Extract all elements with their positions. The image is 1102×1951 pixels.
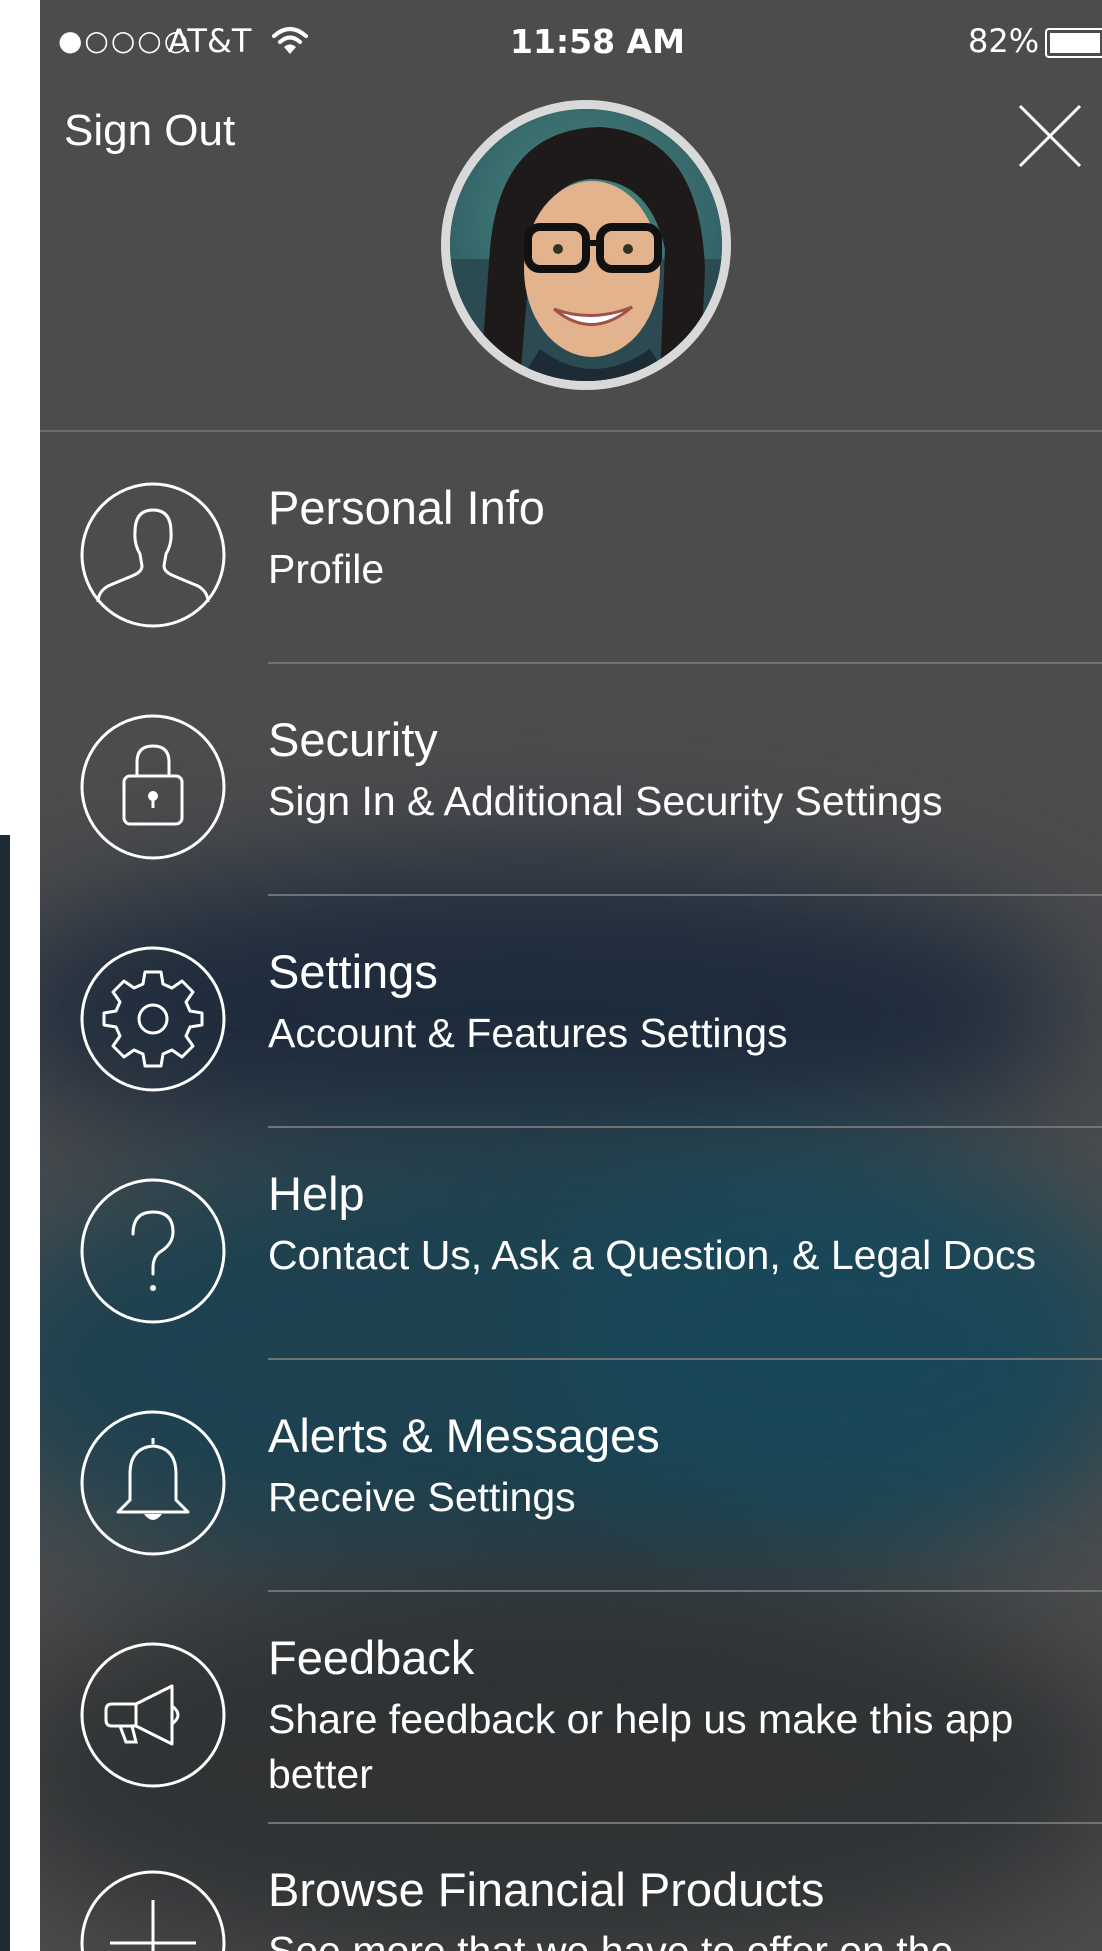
menu-item-title: Personal Info — [268, 481, 545, 534]
plus-icon — [80, 1870, 226, 1951]
menu-item-subtitle: Account & Features Settings — [268, 1010, 788, 1056]
account-menu-panel: ●○○○○ AT&T 11:58 AM 82% Sign Out Persona… — [40, 0, 1102, 1951]
wifi-icon — [272, 26, 308, 64]
battery-icon — [1045, 28, 1102, 58]
menu-item-settings[interactable]: Settings Account & Features Settings — [40, 896, 1102, 1128]
background-page-strip — [0, 0, 40, 1951]
menu-item-help[interactable]: Help Contact Us, Ask a Question, & Legal… — [40, 1128, 1102, 1360]
lock-icon — [80, 714, 226, 860]
menu-item-title: Security — [268, 713, 438, 766]
menu-item-title: Alerts & Messages — [268, 1409, 660, 1462]
menu-item-title: Help — [268, 1167, 365, 1220]
menu-item-alerts-messages[interactable]: Alerts & Messages Receive Settings — [40, 1360, 1102, 1592]
menu-item-feedback[interactable]: Feedback Share feedback or help us make … — [40, 1592, 1102, 1824]
menu-item-browse-financial-products[interactable]: Browse Financial Products See more that … — [40, 1824, 1102, 1951]
menu-item-title: Settings — [268, 945, 438, 998]
question-icon — [80, 1178, 226, 1324]
close-icon[interactable] — [1018, 104, 1082, 168]
status-bar: ●○○○○ AT&T 11:58 AM 82% — [40, 0, 1102, 90]
person-icon — [80, 482, 226, 628]
menu-item-title: Browse Financial Products — [268, 1863, 825, 1916]
gear-icon — [80, 946, 226, 1092]
background-page-dark-edge — [0, 835, 10, 1951]
sign-out-button[interactable]: Sign Out — [64, 106, 235, 156]
clock: 11:58 AM — [510, 22, 685, 61]
avatar[interactable] — [441, 100, 731, 390]
menu-item-title: Feedback — [268, 1631, 475, 1684]
menu-item-subtitle: Contact Us, Ask a Question, & Legal Docs — [268, 1232, 1036, 1278]
carrier-name: AT&T — [168, 22, 252, 60]
menu-item-subtitle: Profile — [268, 546, 385, 592]
menu-item-subtitle: Share feedback or help us make this app … — [268, 1696, 1014, 1797]
menu-item-subtitle: Receive Settings — [268, 1474, 576, 1520]
menu-item-subtitle: Sign In & Additional Security Settings — [268, 778, 943, 824]
battery-percent: 82% — [968, 22, 1040, 60]
menu-item-subtitle: See more that we have to offer on the — [268, 1928, 954, 1951]
menu-item-personal-info[interactable]: Personal Info Profile — [40, 432, 1102, 664]
megaphone-icon — [80, 1642, 226, 1788]
bell-icon — [80, 1410, 226, 1556]
menu-item-security[interactable]: Security Sign In & Additional Security S… — [40, 664, 1102, 896]
